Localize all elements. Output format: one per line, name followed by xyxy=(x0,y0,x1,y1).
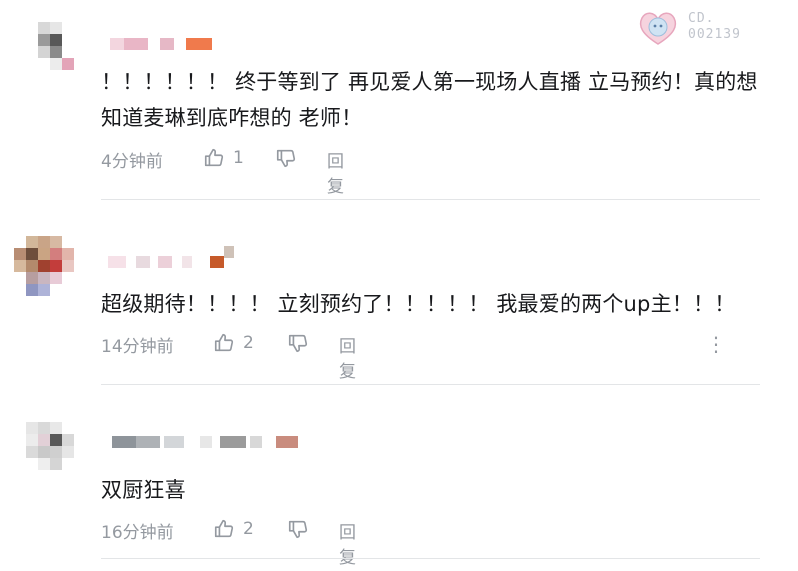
reply-button[interactable]: 回复 xyxy=(339,332,356,382)
comment-time: 16分钟前 xyxy=(101,523,174,543)
comment-time: 14分钟前 xyxy=(101,337,174,357)
username-redacted[interactable] xyxy=(100,432,300,452)
username-redacted[interactable] xyxy=(100,34,220,54)
dislike-button[interactable] xyxy=(287,518,309,540)
dislike-button[interactable] xyxy=(287,332,309,354)
fan-badge: CD. 002139 xyxy=(636,8,758,48)
thumbs-down-icon xyxy=(288,334,308,353)
thumbs-up-icon xyxy=(204,148,224,167)
badge-label-1: CD. xyxy=(688,11,715,26)
dislike-button[interactable] xyxy=(275,147,297,169)
comment-text: 超级期待！！！！ 立刻预约了！！！！！ 我最爱的两个up主！！！ xyxy=(101,292,736,316)
like-button[interactable]: 2 xyxy=(213,518,254,540)
like-button[interactable]: 2 xyxy=(213,332,254,354)
thumbs-up-icon xyxy=(214,519,234,538)
like-count: 2 xyxy=(243,519,254,539)
divider xyxy=(101,384,760,385)
badge-label-2: 002139 xyxy=(688,27,741,42)
like-count: 2 xyxy=(243,333,254,353)
divider xyxy=(101,558,760,559)
divider xyxy=(101,199,760,200)
comment-text: ！！！！！！ 终于等到了 再见爱人第一现场人直播 立马预约！真的想知道麦琳到底咋… xyxy=(101,70,758,130)
username-redacted[interactable] xyxy=(100,246,240,272)
avatar[interactable] xyxy=(14,22,76,84)
comment-time: 4分钟前 xyxy=(101,152,163,172)
thumbs-up-icon xyxy=(214,333,234,352)
comment-text: 双厨狂喜 xyxy=(101,478,186,502)
thumbs-down-icon xyxy=(276,149,296,168)
reply-button[interactable]: 回复 xyxy=(327,147,344,197)
thumbs-down-icon xyxy=(288,520,308,539)
like-count: 1 xyxy=(233,148,244,168)
like-button[interactable]: 1 xyxy=(203,147,244,169)
more-options-icon[interactable]: ⋮ xyxy=(706,334,726,354)
reply-button[interactable]: 回复 xyxy=(339,518,356,568)
badge-avatar-icon xyxy=(639,12,677,45)
avatar[interactable] xyxy=(14,422,76,484)
avatar[interactable] xyxy=(14,236,76,298)
